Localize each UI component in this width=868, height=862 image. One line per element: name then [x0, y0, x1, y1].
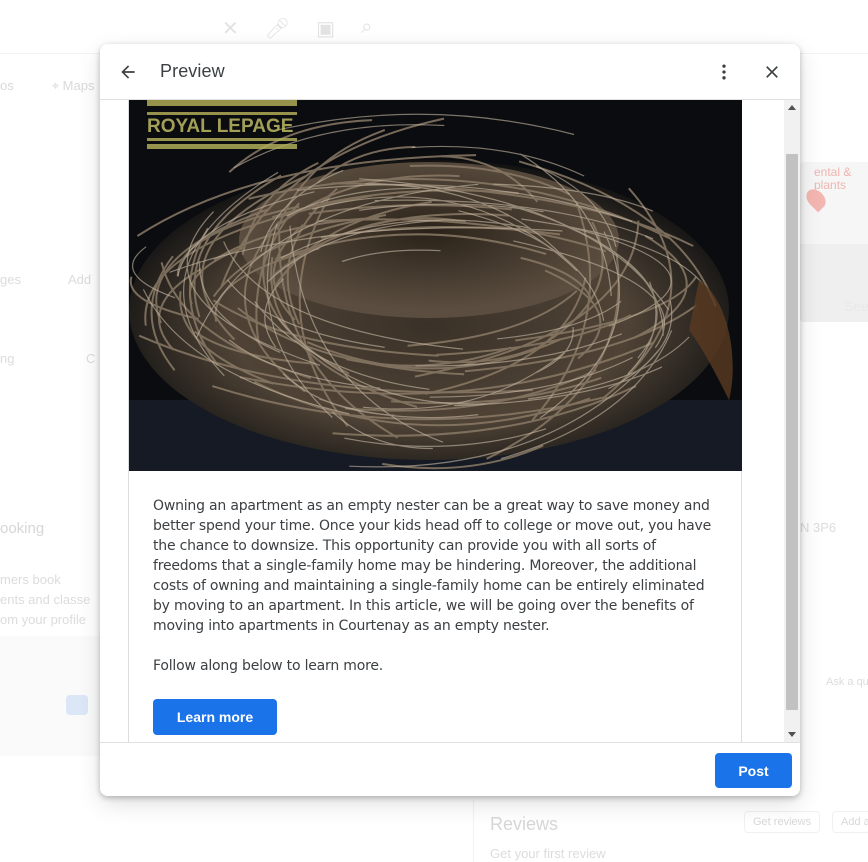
checkbox-icon — [66, 695, 88, 715]
scrollbar-thumb[interactable] — [786, 154, 798, 710]
background-poi-label: ental & plants — [814, 165, 852, 192]
dialog-header: Preview — [100, 44, 800, 100]
background-text: ges — [0, 272, 21, 287]
background-reviews-title: Reviews — [490, 814, 559, 834]
background-text: om your profile — [0, 612, 86, 627]
nest-image: ROYAL LEPAGE — [129, 100, 742, 471]
background-map-thumbnail: ental & plants See — [800, 162, 868, 322]
post-preview-card: ROYAL LEPAGE Owning an apartment as an e… — [128, 100, 742, 742]
dialog-footer: Post — [100, 742, 800, 796]
mic-icon: 🎤︎ — [264, 18, 291, 40]
arrow-back-icon — [121, 65, 135, 79]
close-button[interactable] — [752, 52, 792, 92]
background-heading: ooking — [0, 520, 45, 537]
background-reviews-subtitle: Get your first review — [490, 846, 606, 861]
background-search-icons: ✕ 🎤︎ ▣ ⌕ — [222, 16, 372, 41]
back-button[interactable] — [108, 52, 148, 92]
clear-icon: ✕ — [222, 18, 239, 40]
background-tab-label: Maps — [62, 78, 95, 93]
more-options-button[interactable] — [704, 52, 744, 92]
background-text: Add — [68, 272, 92, 287]
background-text: N 3P6 — [800, 520, 837, 535]
background-text: C — [86, 351, 96, 366]
dialog-scroll-area[interactable]: ROYAL LEPAGE Owning an apartment as an e… — [100, 100, 800, 742]
learn-more-button[interactable]: Learn more — [153, 699, 277, 735]
background-tab-maps: ⌖ Maps — [28, 78, 95, 94]
close-icon — [766, 66, 778, 78]
svg-text:ROYAL LEPAGE: ROYAL LEPAGE — [147, 116, 293, 137]
dialog-scrollbar[interactable] — [784, 100, 800, 742]
scroll-up-arrow-icon[interactable] — [788, 105, 796, 110]
search-icon: ⌕ — [361, 16, 373, 38]
post-image: ROYAL LEPAGE — [129, 100, 742, 471]
background-text: mers book — [0, 572, 61, 587]
camera-icon: ▣ — [316, 18, 336, 40]
background-tabs: os ⌖ Maps — [0, 78, 94, 94]
post-body-text: Owning an apartment as an empty nester c… — [153, 498, 712, 634]
map-pin-icon: ⌖ — [51, 78, 63, 93]
preview-dialog: Preview ROYAL LEPAGE Owning an apartment… — [100, 44, 800, 796]
background-text: Ask a qu — [826, 676, 868, 688]
background-text: ents and classe — [0, 592, 91, 607]
background-see-label: See — [844, 298, 868, 314]
more-vert-icon — [722, 64, 726, 80]
background-get-reviews-button: Get reviews — [744, 811, 821, 833]
post-button[interactable]: Post — [715, 753, 792, 788]
dialog-title: Preview — [160, 61, 225, 81]
post-follow-text: Follow along below to learn more. — [153, 658, 383, 674]
scroll-down-arrow-icon[interactable] — [788, 732, 796, 737]
background-text: ng — [0, 351, 15, 366]
background-tab: os — [0, 78, 14, 93]
background-add-button: Add a — [832, 811, 868, 833]
